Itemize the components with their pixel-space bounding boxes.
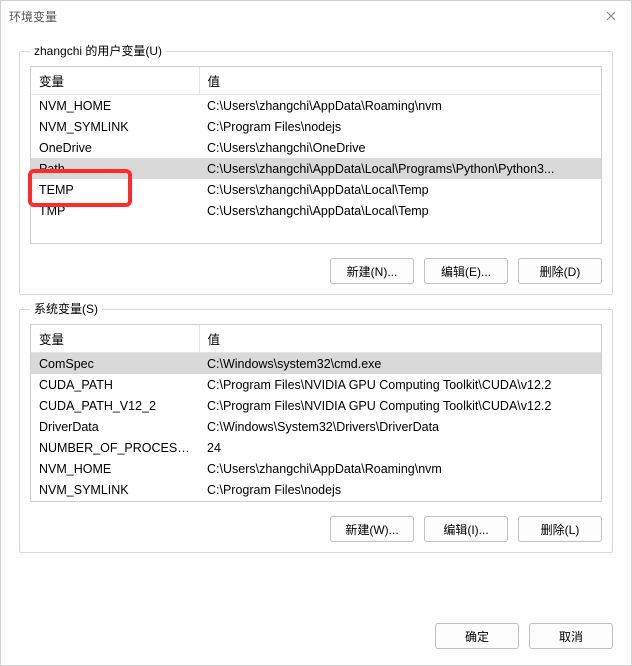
cell-value: C:\Program Files\nodejs xyxy=(199,116,601,137)
cell-value: C:\Users\zhangchi\OneDrive xyxy=(199,137,601,158)
cell-value: C:\Users\zhangchi\AppData\Local\Programs… xyxy=(199,158,601,179)
user-new-button[interactable]: 新建(N)... xyxy=(330,258,414,284)
dialog-footer: 确定 取消 xyxy=(1,607,631,665)
system-delete-button[interactable]: 删除(L) xyxy=(518,516,602,542)
table-row[interactable]: NVM_HOMEC:\Users\zhangchi\AppData\Roamin… xyxy=(31,95,601,117)
user-col-variable[interactable]: 变量 xyxy=(31,67,199,95)
table-row[interactable]: PathC:\Users\zhangchi\AppData\Local\Prog… xyxy=(31,158,601,179)
cell-variable: CUDA_PATH xyxy=(31,374,199,395)
dialog-content: zhangchi 的用户变量(U) 变量 值 NVM_HOMEC:\Users\… xyxy=(1,31,631,607)
ok-button[interactable]: 确定 xyxy=(435,623,519,649)
cancel-button[interactable]: 取消 xyxy=(529,623,613,649)
table-row[interactable]: NVM_SYMLINKC:\Program Files\nodejs xyxy=(31,116,601,137)
system-buttons-row: 新建(W)... 编辑(I)... 删除(L) xyxy=(30,516,602,542)
cell-variable: ComSpec xyxy=(31,353,199,375)
user-col-value[interactable]: 值 xyxy=(199,67,601,95)
sys-col-value[interactable]: 值 xyxy=(199,325,601,353)
cell-variable: OneDrive xyxy=(31,137,199,158)
user-variables-group: zhangchi 的用户变量(U) 变量 值 NVM_HOMEC:\Users\… xyxy=(19,51,613,295)
system-edit-button[interactable]: 编辑(I)... xyxy=(424,516,508,542)
cell-variable: NVM_SYMLINK xyxy=(31,116,199,137)
system-group-label: 系统变量(S) xyxy=(30,300,102,317)
cell-value: C:\Program Files\NVIDIA GPU Computing To… xyxy=(199,395,601,416)
cell-variable: NVM_HOME xyxy=(31,458,199,479)
cell-variable: NVM_HOME xyxy=(31,95,199,117)
user-group-label: zhangchi 的用户变量(U) xyxy=(30,42,166,59)
system-new-button[interactable]: 新建(W)... xyxy=(330,516,414,542)
table-row[interactable]: NVM_SYMLINKC:\Program Files\nodejs xyxy=(31,479,601,500)
table-row[interactable]: TMPC:\Users\zhangchi\AppData\Local\Temp xyxy=(31,200,601,221)
user-delete-button[interactable]: 删除(D) xyxy=(518,258,602,284)
system-variables-group: 系统变量(S) 变量 值 ComSpecC:\Windows\system32\… xyxy=(19,309,613,553)
sys-col-variable[interactable]: 变量 xyxy=(31,325,199,353)
table-row[interactable]: NUMBER_OF_PROCESSORS24 xyxy=(31,437,601,458)
cell-value: C:\Windows\system32\cmd.exe xyxy=(199,353,601,375)
close-button[interactable] xyxy=(599,4,623,28)
cell-value: C:\Users\zhangchi\AppData\Roaming\nvm xyxy=(199,95,601,117)
titlebar: 环境变量 xyxy=(1,1,631,31)
table-row[interactable]: TEMPC:\Users\zhangchi\AppData\Local\Temp xyxy=(31,179,601,200)
cell-value: C:\Users\zhangchi\AppData\Roaming\nvm xyxy=(199,458,601,479)
cell-variable: DriverData xyxy=(31,416,199,437)
close-icon xyxy=(606,11,616,21)
user-buttons-row: 新建(N)... 编辑(E)... 删除(D) xyxy=(30,258,602,284)
cell-variable: CUDA_PATH_V12_2 xyxy=(31,395,199,416)
env-vars-dialog: 环境变量 zhangchi 的用户变量(U) 变量 值 NVM_HOMEC:\U… xyxy=(0,0,632,666)
cell-value: C:\Users\zhangchi\AppData\Local\Temp xyxy=(199,200,601,221)
system-variables-table: 变量 值 ComSpecC:\Windows\system32\cmd.exeC… xyxy=(31,325,601,500)
table-row[interactable]: OneDriveC:\Users\zhangchi\OneDrive xyxy=(31,137,601,158)
window-title: 环境变量 xyxy=(9,8,599,25)
cell-value: C:\Windows\System32\Drivers\DriverData xyxy=(199,416,601,437)
user-variables-table: 变量 值 NVM_HOMEC:\Users\zhangchi\AppData\R… xyxy=(31,67,601,221)
cell-value: C:\Program Files\nodejs xyxy=(199,479,601,500)
cell-variable: NUMBER_OF_PROCESSORS xyxy=(31,437,199,458)
user-edit-button[interactable]: 编辑(E)... xyxy=(424,258,508,284)
cell-variable: Path xyxy=(31,158,199,179)
cell-value: 24 xyxy=(199,437,601,458)
table-row[interactable]: ComSpecC:\Windows\system32\cmd.exe xyxy=(31,353,601,375)
cell-value: C:\Program Files\NVIDIA GPU Computing To… xyxy=(199,374,601,395)
cell-value: C:\Users\zhangchi\AppData\Local\Temp xyxy=(199,179,601,200)
cell-variable: NVM_SYMLINK xyxy=(31,479,199,500)
table-row[interactable]: DriverDataC:\Windows\System32\Drivers\Dr… xyxy=(31,416,601,437)
table-row[interactable]: NVM_HOMEC:\Users\zhangchi\AppData\Roamin… xyxy=(31,458,601,479)
user-variables-table-box[interactable]: 变量 值 NVM_HOMEC:\Users\zhangchi\AppData\R… xyxy=(30,66,602,244)
cell-variable: TMP xyxy=(31,200,199,221)
table-row[interactable]: CUDA_PATH_V12_2C:\Program Files\NVIDIA G… xyxy=(31,395,601,416)
system-variables-table-box[interactable]: 变量 值 ComSpecC:\Windows\system32\cmd.exeC… xyxy=(30,324,602,502)
table-row[interactable]: CUDA_PATHC:\Program Files\NVIDIA GPU Com… xyxy=(31,374,601,395)
cell-variable: TEMP xyxy=(31,179,199,200)
